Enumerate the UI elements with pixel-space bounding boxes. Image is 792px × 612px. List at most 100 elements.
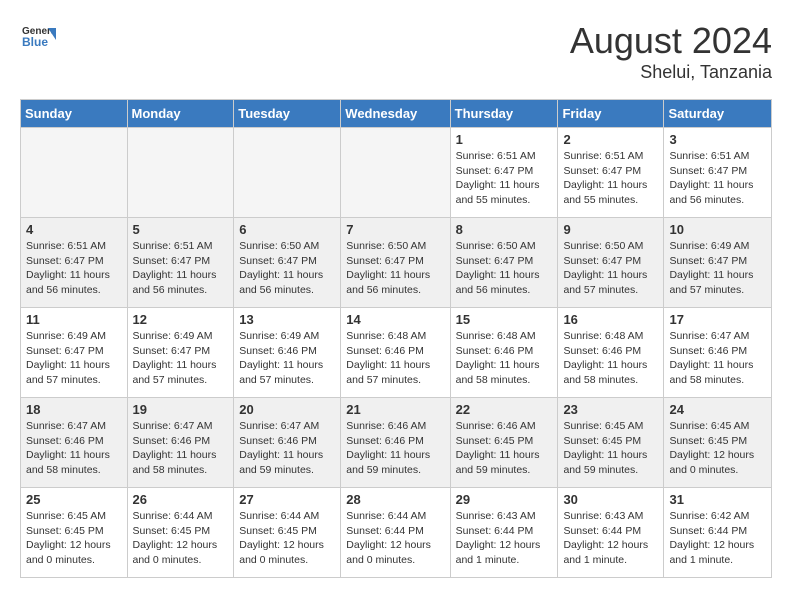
day-number: 5	[133, 222, 229, 237]
calendar-cell: 7 Sunrise: 6:50 AM Sunset: 6:47 PM Daylig…	[341, 218, 450, 308]
day-info: Sunrise: 6:43 AM Sunset: 6:44 PM Dayligh…	[456, 509, 553, 568]
day-number: 13	[239, 312, 335, 327]
day-info: Sunrise: 6:51 AM Sunset: 6:47 PM Dayligh…	[563, 149, 658, 208]
day-number: 14	[346, 312, 444, 327]
calendar-cell: 18 Sunrise: 6:47 AM Sunset: 6:46 PM Dayli…	[21, 398, 128, 488]
calendar-cell: 2 Sunrise: 6:51 AM Sunset: 6:47 PM Daylig…	[558, 128, 664, 218]
day-number: 29	[456, 492, 553, 507]
calendar-table: SundayMondayTuesdayWednesdayThursdayFrid…	[20, 99, 772, 578]
calendar-cell: 31 Sunrise: 6:42 AM Sunset: 6:44 PM Dayli…	[664, 488, 772, 578]
calendar-cell: 20 Sunrise: 6:47 AM Sunset: 6:46 PM Dayli…	[234, 398, 341, 488]
day-info: Sunrise: 6:46 AM Sunset: 6:46 PM Dayligh…	[346, 419, 444, 478]
logo-icon: General Blue	[20, 20, 56, 56]
calendar-cell: 13 Sunrise: 6:49 AM Sunset: 6:46 PM Dayli…	[234, 308, 341, 398]
day-number: 20	[239, 402, 335, 417]
calendar-cell: 28 Sunrise: 6:44 AM Sunset: 6:44 PM Dayli…	[341, 488, 450, 578]
day-number: 1	[456, 132, 553, 147]
calendar-week-row: 4Sunrise: 6:51 AM Sunset: 6:47 PM Daylig…	[21, 218, 772, 308]
day-info: Sunrise: 6:51 AM Sunset: 6:47 PM Dayligh…	[669, 149, 766, 208]
day-info: Sunrise: 6:43 AM Sunset: 6:44 PM Dayligh…	[563, 509, 658, 568]
day-info: Sunrise: 6:51 AM Sunset: 6:47 PM Dayligh…	[456, 149, 553, 208]
day-number: 17	[669, 312, 766, 327]
calendar-cell: 27Sunrise: 6:44 AM Sunset: 6:45 PM Dayli…	[234, 488, 341, 578]
calendar-cell: 5Sunrise: 6:51 AM Sunset: 6:47 PM Daylig…	[127, 218, 234, 308]
day-info: Sunrise: 6:49 AM Sunset: 6:47 PM Dayligh…	[26, 329, 122, 388]
day-number: 30	[563, 492, 658, 507]
calendar-cell: 3 Sunrise: 6:51 AM Sunset: 6:47 PM Daylig…	[664, 128, 772, 218]
day-info: Sunrise: 6:50 AM Sunset: 6:47 PM Dayligh…	[563, 239, 658, 298]
calendar-week-row: 11 Sunrise: 6:49 AM Sunset: 6:47 PM Dayli…	[21, 308, 772, 398]
calendar-cell: 11 Sunrise: 6:49 AM Sunset: 6:47 PM Dayli…	[21, 308, 128, 398]
day-info: Sunrise: 6:42 AM Sunset: 6:44 PM Dayligh…	[669, 509, 766, 568]
calendar-cell: 30 Sunrise: 6:43 AM Sunset: 6:44 PM Dayli…	[558, 488, 664, 578]
day-number: 18	[26, 402, 122, 417]
calendar-cell: 1 Sunrise: 6:51 AM Sunset: 6:47 PM Daylig…	[450, 128, 558, 218]
day-number: 26	[133, 492, 229, 507]
day-info: Sunrise: 6:49 AM Sunset: 6:47 PM Dayligh…	[669, 239, 766, 298]
month-title: August 2024	[570, 20, 772, 62]
day-info: Sunrise: 6:47 AM Sunset: 6:46 PM Dayligh…	[669, 329, 766, 388]
svg-text:Blue: Blue	[22, 35, 48, 49]
day-number: 15	[456, 312, 553, 327]
calendar-cell: 29 Sunrise: 6:43 AM Sunset: 6:44 PM Dayli…	[450, 488, 558, 578]
calendar-cell: 22 Sunrise: 6:46 AM Sunset: 6:45 PM Dayli…	[450, 398, 558, 488]
col-header-tuesday: Tuesday	[234, 100, 341, 128]
day-info: Sunrise: 6:51 AM Sunset: 6:47 PM Dayligh…	[26, 239, 122, 298]
day-number: 16	[563, 312, 658, 327]
col-header-friday: Friday	[558, 100, 664, 128]
day-info: Sunrise: 6:44 AM Sunset: 6:45 PM Dayligh…	[239, 509, 335, 568]
day-info: Sunrise: 6:47 AM Sunset: 6:46 PM Dayligh…	[133, 419, 229, 478]
day-number: 19	[133, 402, 229, 417]
day-number: 8	[456, 222, 553, 237]
day-number: 7	[346, 222, 444, 237]
calendar-cell	[21, 128, 128, 218]
day-number: 22	[456, 402, 553, 417]
day-number: 28	[346, 492, 444, 507]
day-info: Sunrise: 6:49 AM Sunset: 6:46 PM Dayligh…	[239, 329, 335, 388]
day-info: Sunrise: 6:45 AM Sunset: 6:45 PM Dayligh…	[669, 419, 766, 478]
calendar-cell: 19 Sunrise: 6:47 AM Sunset: 6:46 PM Dayli…	[127, 398, 234, 488]
calendar-week-row: 18 Sunrise: 6:47 AM Sunset: 6:46 PM Dayli…	[21, 398, 772, 488]
day-info: Sunrise: 6:47 AM Sunset: 6:46 PM Dayligh…	[239, 419, 335, 478]
day-number: 11	[26, 312, 122, 327]
calendar-cell: 16 Sunrise: 6:48 AM Sunset: 6:46 PM Dayli…	[558, 308, 664, 398]
col-header-monday: Monday	[127, 100, 234, 128]
calendar-cell: 26 Sunrise: 6:44 AM Sunset: 6:45 PM Dayli…	[127, 488, 234, 578]
day-number: 10	[669, 222, 766, 237]
day-info: Sunrise: 6:45 AM Sunset: 6:45 PM Dayligh…	[26, 509, 122, 568]
calendar-cell: 9Sunrise: 6:50 AM Sunset: 6:47 PM Daylig…	[558, 218, 664, 308]
calendar-cell: 4Sunrise: 6:51 AM Sunset: 6:47 PM Daylig…	[21, 218, 128, 308]
day-info: Sunrise: 6:48 AM Sunset: 6:46 PM Dayligh…	[563, 329, 658, 388]
col-header-saturday: Saturday	[664, 100, 772, 128]
calendar-cell: 23Sunrise: 6:45 AM Sunset: 6:45 PM Dayli…	[558, 398, 664, 488]
calendar-cell: 14 Sunrise: 6:48 AM Sunset: 6:46 PM Dayli…	[341, 308, 450, 398]
calendar-week-row: 25 Sunrise: 6:45 AM Sunset: 6:45 PM Dayli…	[21, 488, 772, 578]
page-header: General Blue August 2024 Shelui, Tanzani…	[20, 20, 772, 83]
calendar-cell: 25 Sunrise: 6:45 AM Sunset: 6:45 PM Dayli…	[21, 488, 128, 578]
calendar-cell	[234, 128, 341, 218]
day-number: 2	[563, 132, 658, 147]
day-info: Sunrise: 6:44 AM Sunset: 6:45 PM Dayligh…	[133, 509, 229, 568]
col-header-wednesday: Wednesday	[341, 100, 450, 128]
day-info: Sunrise: 6:46 AM Sunset: 6:45 PM Dayligh…	[456, 419, 553, 478]
day-info: Sunrise: 6:50 AM Sunset: 6:47 PM Dayligh…	[346, 239, 444, 298]
calendar-cell	[341, 128, 450, 218]
calendar-week-row: 1 Sunrise: 6:51 AM Sunset: 6:47 PM Daylig…	[21, 128, 772, 218]
calendar-cell: 15Sunrise: 6:48 AM Sunset: 6:46 PM Dayli…	[450, 308, 558, 398]
calendar-cell	[127, 128, 234, 218]
day-number: 23	[563, 402, 658, 417]
day-info: Sunrise: 6:47 AM Sunset: 6:46 PM Dayligh…	[26, 419, 122, 478]
day-number: 31	[669, 492, 766, 507]
day-number: 3	[669, 132, 766, 147]
title-block: August 2024 Shelui, Tanzania	[570, 20, 772, 83]
calendar-cell: 24Sunrise: 6:45 AM Sunset: 6:45 PM Dayli…	[664, 398, 772, 488]
calendar-cell: 6Sunrise: 6:50 AM Sunset: 6:47 PM Daylig…	[234, 218, 341, 308]
day-info: Sunrise: 6:48 AM Sunset: 6:46 PM Dayligh…	[346, 329, 444, 388]
location: Shelui, Tanzania	[570, 62, 772, 83]
calendar-cell: 10 Sunrise: 6:49 AM Sunset: 6:47 PM Dayli…	[664, 218, 772, 308]
day-info: Sunrise: 6:44 AM Sunset: 6:44 PM Dayligh…	[346, 509, 444, 568]
day-number: 25	[26, 492, 122, 507]
day-info: Sunrise: 6:50 AM Sunset: 6:47 PM Dayligh…	[456, 239, 553, 298]
calendar-cell: 21 Sunrise: 6:46 AM Sunset: 6:46 PM Dayli…	[341, 398, 450, 488]
day-number: 21	[346, 402, 444, 417]
